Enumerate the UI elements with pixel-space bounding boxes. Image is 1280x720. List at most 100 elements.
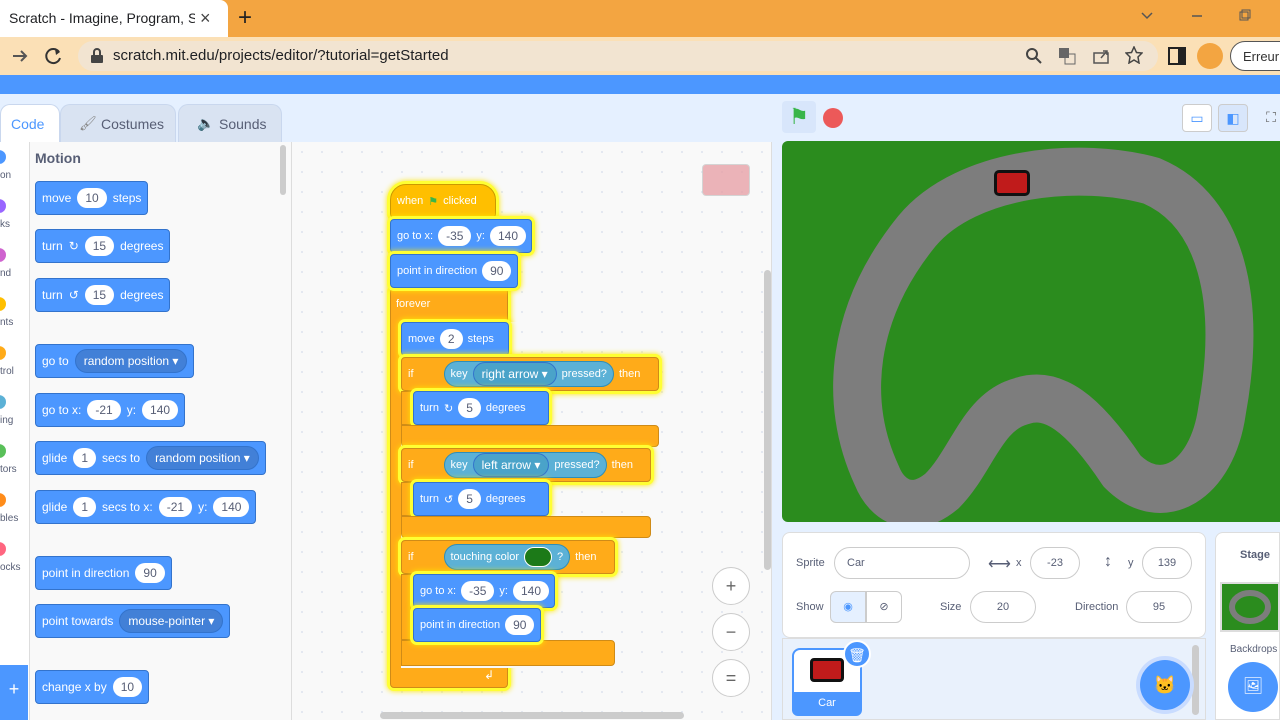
x-input[interactable]: -23 (1030, 547, 1080, 579)
workspace-vscrollbar[interactable] (764, 270, 771, 570)
secs-input[interactable]: 1 (73, 448, 97, 468)
degrees-input[interactable]: 5 (458, 398, 481, 418)
category-label[interactable]: on (0, 170, 30, 181)
green-flag-button[interactable]: ⚑ (782, 101, 816, 133)
point-direction-block[interactable]: point in direction 90 (413, 608, 541, 642)
x-input[interactable]: -35 (461, 581, 495, 601)
point-direction-block[interactable]: point in direction 90 (35, 556, 172, 590)
car-sprite[interactable] (994, 170, 1030, 196)
change-x-block[interactable]: change x by 10 (35, 670, 150, 704)
fullscreen-button[interactable]: ⛶ (1256, 104, 1280, 132)
target-dropdown[interactable]: random position ▾ (74, 349, 188, 373)
profile-error-button[interactable]: Erreur (1230, 41, 1280, 71)
direction-input[interactable]: 90 (135, 563, 165, 583)
choose-backdrop-button[interactable]: 🖼 (1228, 662, 1278, 712)
delete-sprite-button[interactable]: 🗑 (843, 640, 871, 668)
degrees-input[interactable]: 5 (458, 489, 481, 509)
category-label[interactable]: ocks (0, 562, 30, 573)
palette-scrollbar[interactable] (280, 145, 286, 195)
zoom-search-icon[interactable] (1026, 48, 1042, 64)
when-flag-clicked-block[interactable]: when ⚑ clicked (390, 184, 496, 218)
side-panel-icon[interactable] (1168, 47, 1186, 65)
close-icon[interactable]: × (200, 8, 211, 29)
direction-input[interactable]: 90 (482, 261, 512, 281)
key-pressed-block[interactable]: key left arrow ▾ pressed? (443, 452, 607, 478)
turn-left-block[interactable]: turn ↺ 15 degrees (35, 278, 171, 312)
show-visible-button[interactable]: ◉ (830, 591, 866, 623)
degrees-input[interactable]: 15 (84, 236, 115, 256)
url-text[interactable]: scratch.mit.edu/projects/editor/?tutoria… (113, 47, 449, 64)
secs-input[interactable]: 1 (73, 497, 97, 517)
turn-right-block[interactable]: turn ↻ 5 degrees (413, 391, 549, 425)
y-input[interactable]: 140 (213, 497, 250, 517)
go-to-xy-block[interactable]: go to x: -21 y: 140 (35, 393, 186, 427)
go-to-xy-block[interactable]: go to x: -35 y: 140 (413, 574, 555, 608)
direction-input[interactable]: 95 (1126, 591, 1192, 623)
category-label[interactable]: nts (0, 317, 30, 328)
tab-code[interactable]: Code (0, 104, 60, 142)
translate-icon[interactable] (1058, 47, 1076, 65)
y-input[interactable]: 140 (512, 581, 550, 601)
size-input[interactable]: 20 (970, 591, 1036, 623)
category-label[interactable]: ing (0, 415, 30, 426)
turn-right-block[interactable]: turn ↻ 15 degrees (35, 229, 171, 263)
target-dropdown[interactable]: mouse-pointer ▾ (119, 609, 224, 633)
small-stage-button[interactable]: ▭ (1182, 104, 1212, 132)
steps-input[interactable]: 10 (77, 188, 107, 208)
minimize-icon[interactable] (1190, 8, 1204, 22)
x-input[interactable]: -21 (158, 497, 193, 517)
bookmark-star-icon[interactable] (1125, 46, 1143, 64)
browser-tab[interactable]: Scratch - Imagine, Program, Shar × (0, 0, 228, 37)
reload-icon[interactable] (44, 46, 64, 66)
glide-block[interactable]: glide 1 secs to random position ▾ (35, 441, 266, 475)
change-input[interactable]: 10 (112, 677, 143, 697)
category-label[interactable]: trol (0, 366, 30, 377)
touching-color-block[interactable]: touching color? (443, 544, 571, 570)
stage-thumbnail[interactable] (1220, 582, 1280, 632)
key-dropdown[interactable]: right arrow ▾ (472, 362, 557, 386)
point-towards-block[interactable]: point towards mouse-pointer ▾ (35, 604, 231, 638)
stage-canvas[interactable] (782, 141, 1280, 522)
go-to-block[interactable]: go to random position ▾ (35, 344, 195, 378)
minimize-window-icon[interactable] (1140, 8, 1154, 22)
turn-left-block[interactable]: turn ↺ 5 degrees (413, 482, 549, 516)
if-left-arrow-block[interactable]: if key left arrow ▾ pressed? then (401, 448, 651, 482)
go-to-xy-block[interactable]: go to x: -35 y: 140 (390, 219, 532, 253)
steps-input[interactable]: 2 (439, 329, 463, 349)
sprite-list-scrollbar[interactable] (1192, 645, 1199, 715)
zoom-out-button[interactable]: − (712, 613, 750, 651)
choose-sprite-button[interactable]: 🐱 (1140, 660, 1190, 710)
key-dropdown[interactable]: left arrow ▾ (472, 453, 550, 477)
category-label[interactable]: nd (0, 268, 30, 279)
x-input[interactable]: -21 (87, 400, 121, 420)
move-steps-block[interactable]: move 10 steps (35, 181, 149, 215)
add-extension-button[interactable]: + (0, 665, 28, 720)
if-touching-color-block[interactable]: if touching color? then (401, 540, 615, 574)
y-input[interactable]: 140 (489, 226, 527, 246)
zoom-in-button[interactable]: + (712, 567, 750, 605)
if-right-arrow-block[interactable]: if key right arrow ▾ pressed? then (401, 357, 659, 391)
category-label[interactable]: ks (0, 219, 30, 230)
hide-button[interactable]: ⊘ (866, 591, 902, 623)
workspace-hscrollbar[interactable] (380, 712, 684, 719)
direction-input[interactable]: 90 (505, 615, 535, 635)
new-tab-button[interactable]: + (238, 4, 252, 32)
profile-avatar[interactable] (1197, 43, 1223, 69)
y-input[interactable]: 140 (142, 400, 179, 420)
tab-sounds[interactable]: 🔈 Sounds (178, 104, 282, 142)
tab-costumes[interactable]: 🖌 Costumes (60, 104, 176, 142)
move-steps-block[interactable]: move 2 steps (401, 322, 509, 356)
x-input[interactable]: -35 (438, 226, 472, 246)
forward-icon[interactable] (10, 47, 30, 65)
y-input[interactable]: 139 (1142, 547, 1192, 579)
glide-xy-block[interactable]: glide 1 secs to x: -21 y: 140 (35, 490, 257, 524)
normal-stage-button[interactable]: ◧ (1218, 104, 1248, 132)
point-direction-block[interactable]: point in direction 90 (390, 254, 518, 288)
stop-button[interactable] (823, 108, 843, 128)
target-dropdown[interactable]: random position ▾ (146, 446, 259, 470)
restore-icon[interactable] (1238, 8, 1252, 22)
degrees-input[interactable]: 15 (84, 285, 115, 305)
zoom-reset-button[interactable]: = (712, 659, 750, 697)
sprite-name-input[interactable]: Car (834, 547, 970, 579)
color-swatch[interactable] (524, 547, 552, 567)
